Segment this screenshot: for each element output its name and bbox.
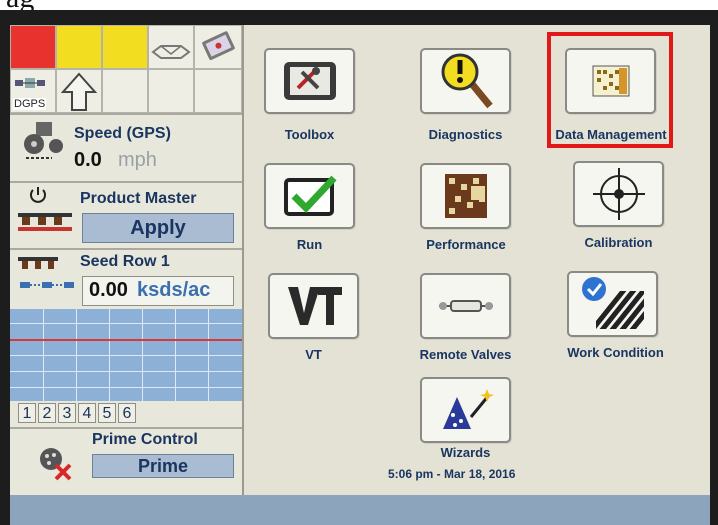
grid-line bbox=[10, 371, 242, 372]
selection-highlight bbox=[547, 32, 673, 148]
grid-line bbox=[10, 323, 242, 324]
gps-satellite-icon: DGPS bbox=[10, 69, 56, 113]
divider bbox=[10, 113, 242, 115]
status-bar bbox=[10, 495, 710, 525]
vt-label: VT bbox=[305, 347, 322, 362]
status-indicator-yellow bbox=[56, 25, 102, 69]
implement-icon bbox=[148, 25, 194, 69]
divider bbox=[10, 181, 242, 183]
row-number-5: 5 bbox=[98, 403, 116, 423]
work-condition-button[interactable] bbox=[567, 271, 658, 337]
row-number-2: 2 bbox=[38, 403, 56, 423]
remote-valves-icon bbox=[438, 300, 493, 312]
grid-line bbox=[10, 387, 242, 388]
page-header-text: ag bbox=[6, 0, 34, 10]
toolbox-icon bbox=[283, 62, 336, 100]
display-bezel: DGPS Speed (GPS) 0.0 mph Product Master bbox=[0, 10, 718, 525]
toolbox-button[interactable] bbox=[264, 48, 355, 114]
date-time: 5:06 pm - Mar 18, 2016 bbox=[388, 467, 516, 481]
target-rate-line bbox=[10, 339, 242, 341]
performance-button[interactable] bbox=[420, 163, 511, 229]
row-sensor-icon bbox=[20, 282, 74, 288]
seed-rate-unit: ksds/ac bbox=[137, 279, 211, 301]
arrow-up-icon bbox=[56, 69, 102, 113]
seed-row-label: Seed Row 1 bbox=[80, 253, 170, 270]
tractor-icon bbox=[24, 122, 63, 159]
calibration-label: Calibration bbox=[584, 235, 653, 250]
status-cell-empty-2 bbox=[148, 69, 194, 113]
vt-button[interactable] bbox=[268, 273, 359, 339]
remote-valves-button[interactable] bbox=[420, 273, 511, 339]
remote-valves-label: Remote Valves bbox=[419, 347, 512, 362]
divider bbox=[10, 248, 242, 250]
wizards-icon bbox=[442, 389, 494, 429]
planter-icon bbox=[18, 213, 72, 231]
diagnostics-icon bbox=[441, 53, 493, 109]
status-cell-empty-1 bbox=[102, 69, 148, 113]
run-label: Run bbox=[296, 237, 323, 252]
row-population-chart bbox=[10, 309, 242, 401]
page-header-fragment: ag bbox=[0, 0, 718, 10]
prime-button[interactable]: Prime bbox=[92, 454, 234, 478]
run-button[interactable] bbox=[264, 163, 355, 229]
toolbox-label: Toolbox bbox=[284, 127, 335, 142]
row-number-3: 3 bbox=[58, 403, 76, 423]
prime-control-icon bbox=[40, 448, 72, 481]
run-icon bbox=[283, 175, 337, 216]
product-master-label: Product Master bbox=[80, 190, 197, 207]
seed-rate-field: 0.00 ksds/ac bbox=[82, 276, 234, 306]
calibration-icon bbox=[592, 168, 645, 220]
display-screen: DGPS Speed (GPS) 0.0 mph Product Master bbox=[10, 25, 710, 525]
gps-source-label: DGPS bbox=[13, 98, 47, 110]
diagnostics-label: Diagnostics bbox=[428, 127, 503, 142]
diagnostics-button[interactable] bbox=[420, 48, 511, 114]
grid-line bbox=[10, 355, 242, 356]
row-number-6: 6 bbox=[118, 403, 136, 423]
work-condition-icon bbox=[581, 277, 644, 329]
console-icon bbox=[194, 25, 242, 69]
power-icon bbox=[30, 187, 46, 203]
status-indicator-yellow-2 bbox=[102, 25, 148, 69]
vt-icon bbox=[287, 287, 342, 325]
speed-label: Speed (GPS) bbox=[74, 125, 171, 142]
calibration-button[interactable] bbox=[573, 161, 664, 227]
apply-button[interactable]: Apply bbox=[82, 213, 234, 243]
status-panel: DGPS Speed (GPS) 0.0 mph Product Master bbox=[10, 25, 244, 495]
status-cell-empty-3 bbox=[194, 69, 242, 113]
speed-unit: mph bbox=[118, 149, 157, 171]
work-condition-label: Work Condition bbox=[567, 345, 664, 360]
performance-label: Performance bbox=[426, 237, 506, 252]
seed-row-icon bbox=[18, 257, 58, 269]
speed-value: 0.0 bbox=[74, 149, 102, 171]
row-number-1: 1 bbox=[18, 403, 36, 423]
status-indicator-red bbox=[10, 25, 56, 69]
performance-icon bbox=[444, 174, 487, 218]
prime-control-label: Prime Control bbox=[92, 431, 198, 448]
seed-rate-value: 0.00 bbox=[89, 279, 128, 301]
row-number-4: 4 bbox=[78, 403, 96, 423]
wizards-button[interactable] bbox=[420, 377, 511, 443]
divider bbox=[10, 427, 242, 429]
wizards-label: Wizards bbox=[440, 445, 491, 460]
